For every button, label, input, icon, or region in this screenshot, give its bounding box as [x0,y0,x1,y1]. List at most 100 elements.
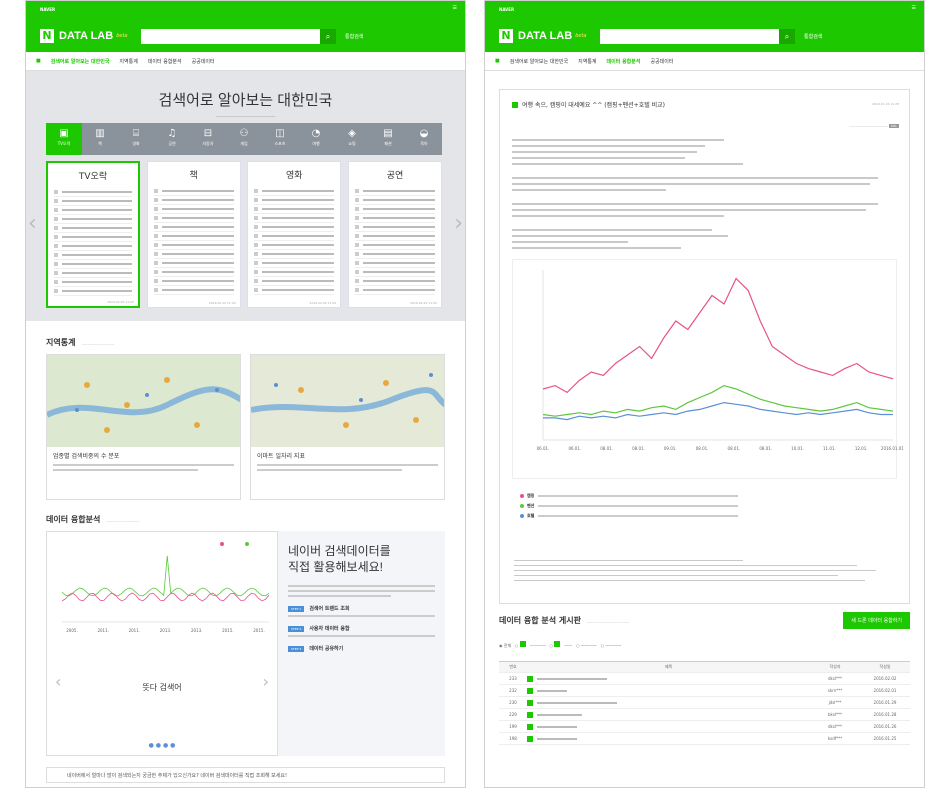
search-icon[interactable]: ⌕ [779,29,795,44]
x-tick-label: 2015. [222,628,233,633]
nav-fusion[interactable]: 데이터 융합분석 [607,58,641,65]
x-tick-label: 08.01. [728,446,741,451]
x-tick-label: 06.01. [537,446,550,451]
series-pink [61,592,270,602]
nav-public[interactable]: 공공데이터 [192,58,215,65]
new-fusion-button[interactable]: 새 드론 데이터 융합하기 [843,612,910,629]
naver-mini-logo[interactable]: NAVER [40,7,55,12]
cat-fashion[interactable]: ▤ 패션 [370,123,406,155]
cat-book[interactable]: ▥ 책 [82,123,118,155]
header: NAVER ☰ N DATA LAB beta ⌕ 통합검색 ■ 검색어로 알아… [485,1,924,71]
prev-arrow-icon[interactable]: ‹ [28,211,37,236]
naver-mini-logo[interactable]: NAVER [499,7,514,12]
seoul-map-1 [47,355,240,447]
region-section: 지역통계 ——————————— 업종별 검색비중의 수 분포 이마트 일자리 지… [26,337,465,500]
fusion-promo: 네이버 검색데이터를 직접 활용해보세요! STEP 1 검색어 트렌드 조회 ST… [278,531,445,756]
region-title: 지역통계 [46,338,76,347]
right-page: NAVER ☰ N DATA LAB beta ⌕ 통합검색 ■ 검색어로 알아… [484,0,925,788]
share-url[interactable]: ————————————— URL [849,124,899,128]
cat-tv[interactable]: ▣ TV오락 [46,123,82,155]
card-movie[interactable]: 영화 2016.02.29 11:00 [247,161,342,308]
post-date: 2016.01.15 11:28 [872,102,899,106]
next-icon[interactable]: › [263,672,269,691]
x-tick-label: 12.01. [855,446,868,451]
table-row[interactable]: 229 bksl*** 2016.01.28 [499,709,910,721]
cat-show[interactable]: ♫ 공연 [154,123,190,155]
nav-bar: ■ 검색어로 알아보는 대한민국 지역통계 데이터 융합분석 공공데이터 [26,52,465,71]
feature-1[interactable]: STEP 1 검색어 트렌드 조회 [288,605,435,612]
hero-section: 검색어로 알아보는 대한민국 ——————————————— ▣ TV오락 ▥ 책 … [26,71,465,321]
x-tick-label: 2013. [160,628,171,633]
cat-game[interactable]: ⚇ 게임 [226,123,262,155]
x-tick-label: 2005. [66,628,77,633]
board-title: 데이터 융합 분석 게시판 [499,616,581,625]
x-tick-label: 08.01. [632,446,645,451]
x-tick-label: 2011. [129,628,140,633]
n-logo-icon: N [499,29,513,43]
home-icon[interactable]: ■ [36,58,41,64]
x-tick-label: 2015. [253,628,264,633]
carousel-dots[interactable]: ● ● ● ● [47,742,277,749]
n-logo-icon: N [40,29,54,43]
card-tv[interactable]: TV오락 2016.02.29 11:00 [46,161,140,308]
hot-keyword-label: 뜻다 검색어 [142,683,182,692]
feature-3[interactable]: STEP 3 데이터 공유하기 [288,645,435,652]
nav-public[interactable]: 공공데이터 [650,58,673,65]
cat-car[interactable]: ⊟ 자동차 [190,123,226,155]
legend-dot [220,542,224,546]
nav-region[interactable]: 지역통계 [119,58,137,65]
board-table: 번호 제목 작성자 작성일 233 dksl*** 2016.02.02 232 skrn*… [499,661,910,745]
post-title: 여행 속으, 캠핑이 대세예요 ^^ (캠핑+펜션+호텔 비교) [512,100,897,109]
table-row[interactable]: 230 jdsl*** 2016.01.29 [499,697,910,709]
hero-title: 검색어로 알아보는 대한민국 [158,92,333,109]
menu-icon[interactable]: ☰ [453,5,457,11]
series-camping [542,277,894,394]
map-card-2[interactable]: 이마트 일자리 지표 [250,354,445,500]
table-row[interactable]: 232 skrn*** 2016.02.01 [499,685,910,697]
integrated-search-link[interactable]: 통합검색 [804,33,822,40]
menu-icon[interactable]: ☰ [912,5,916,11]
comparison-chart: 06.01. 06.01. 08.01. 08.01. 09.01. 08.01. 08.0… [512,259,905,479]
cat-shop[interactable]: ◈ 쇼핑 [334,123,370,155]
logo[interactable]: N DATA LAB beta [40,29,127,43]
feature-2[interactable]: STEP 2 사용자 데이터 융합 [288,625,435,632]
nav-region[interactable]: 지역통계 [578,58,596,65]
nav-korea[interactable]: 검색어로 알아보는 대한민국 [510,58,568,65]
ranking-cards: TV오락 2016.02.29 11:00 책 2016.02.29 11:00… [46,161,442,308]
chart-legend: 캠핑 펜션 호텔 [520,493,739,523]
table-row[interactable]: 233 dksl*** 2016.02.02 [499,673,910,685]
board-section: 데이터 융합 분석 게시판 —————————————— 새 드론 데이터 융합하… [485,612,924,745]
card-show[interactable]: 공연 2016.02.29 11:00 [347,161,442,308]
series-green [61,555,270,597]
x-tick-label: 2013. [191,628,202,633]
integrated-search-link[interactable]: 통합검색 [345,33,363,40]
nav-korea[interactable]: 검색어로 알아보는 대한민국 [51,58,110,65]
logo[interactable]: N DATA LAB beta [499,29,586,43]
cat-kids[interactable]: ◒ 육아 [406,123,442,155]
cat-movie[interactable]: ⌸ 영화 [118,123,154,155]
next-arrow-icon[interactable]: › [454,211,463,236]
x-tick-label: 08.01. [600,446,613,451]
nav-fusion[interactable]: 데이터 융합분석 [148,58,182,65]
post-body [512,139,897,249]
card-book[interactable]: 책 2016.02.29 11:00 [146,161,241,308]
search-icon[interactable]: ⌕ [320,29,336,44]
seoul-map-2 [251,355,444,447]
faq-banner[interactable]: 네이버에서 얼마나 많이 검색되는지 궁금한 주제가 있으신가요? 네이버 검색… [46,767,445,783]
home-icon[interactable]: ■ [495,58,500,64]
x-tick-label: 10.01. [791,446,804,451]
search-input[interactable] [141,29,320,44]
prev-icon[interactable]: ‹ [55,672,61,691]
search-input[interactable] [600,29,779,44]
fusion-title: 데이터 융합분석 [46,515,101,524]
promo-heading-2: 직접 활용해보세요! [288,560,383,574]
cat-travel[interactable]: ◔ 여행 [298,123,334,155]
chart-notes [514,560,895,585]
map-card-1[interactable]: 업종별 검색비중의 수 분포 [46,354,241,500]
x-tick-label: 08.01. [759,446,772,451]
table-row[interactable]: 199 dksl*** 2016.01.26 [499,721,910,733]
cat-sports[interactable]: ◫ 스포츠 [262,123,298,155]
table-row[interactable]: 198 ksdf*** 2016.01.25 [499,733,910,745]
filter-row[interactable]: ◉ 전체 ○ ———— ○ —— ○ ———— ○ ———— [499,641,910,649]
series-hotel [543,401,893,421]
